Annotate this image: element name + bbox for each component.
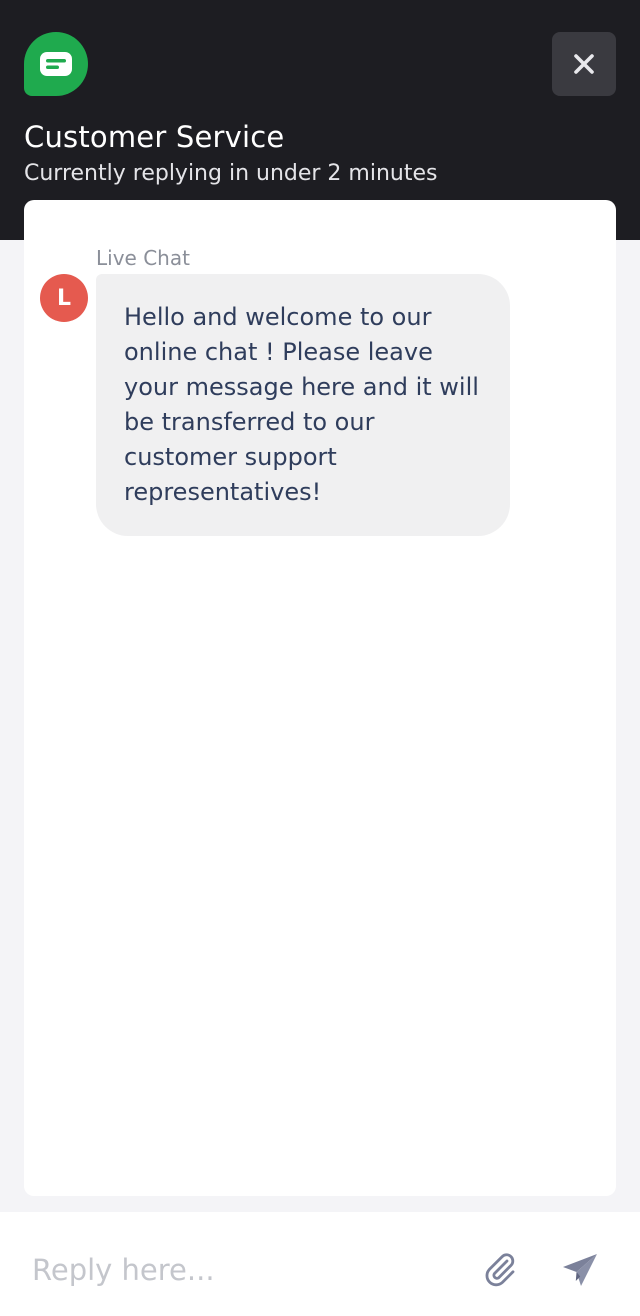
- agent-avatar: L: [40, 274, 88, 322]
- paperclip-icon: [485, 1253, 515, 1287]
- page-title: Customer Service: [24, 120, 285, 154]
- message-composer: [0, 1212, 640, 1316]
- reply-time-status: Currently replying in under 2 minutes: [24, 161, 438, 186]
- close-icon: [574, 54, 594, 74]
- chat-widget: Customer Service Currently replying in u…: [0, 0, 640, 1316]
- chat-bubble-icon: [40, 52, 72, 76]
- brand-logo: [24, 32, 88, 96]
- send-icon: [563, 1254, 597, 1286]
- close-button[interactable]: [552, 32, 616, 96]
- attach-file-button[interactable]: [478, 1248, 522, 1292]
- conversation-panel: Live Chat L Hello and welcome to our onl…: [24, 200, 616, 1196]
- send-button[interactable]: [558, 1248, 602, 1292]
- reply-input[interactable]: [32, 1240, 452, 1300]
- message-sender-name: Live Chat: [96, 246, 190, 270]
- message-bubble: Hello and welcome to our online chat ! P…: [96, 274, 510, 536]
